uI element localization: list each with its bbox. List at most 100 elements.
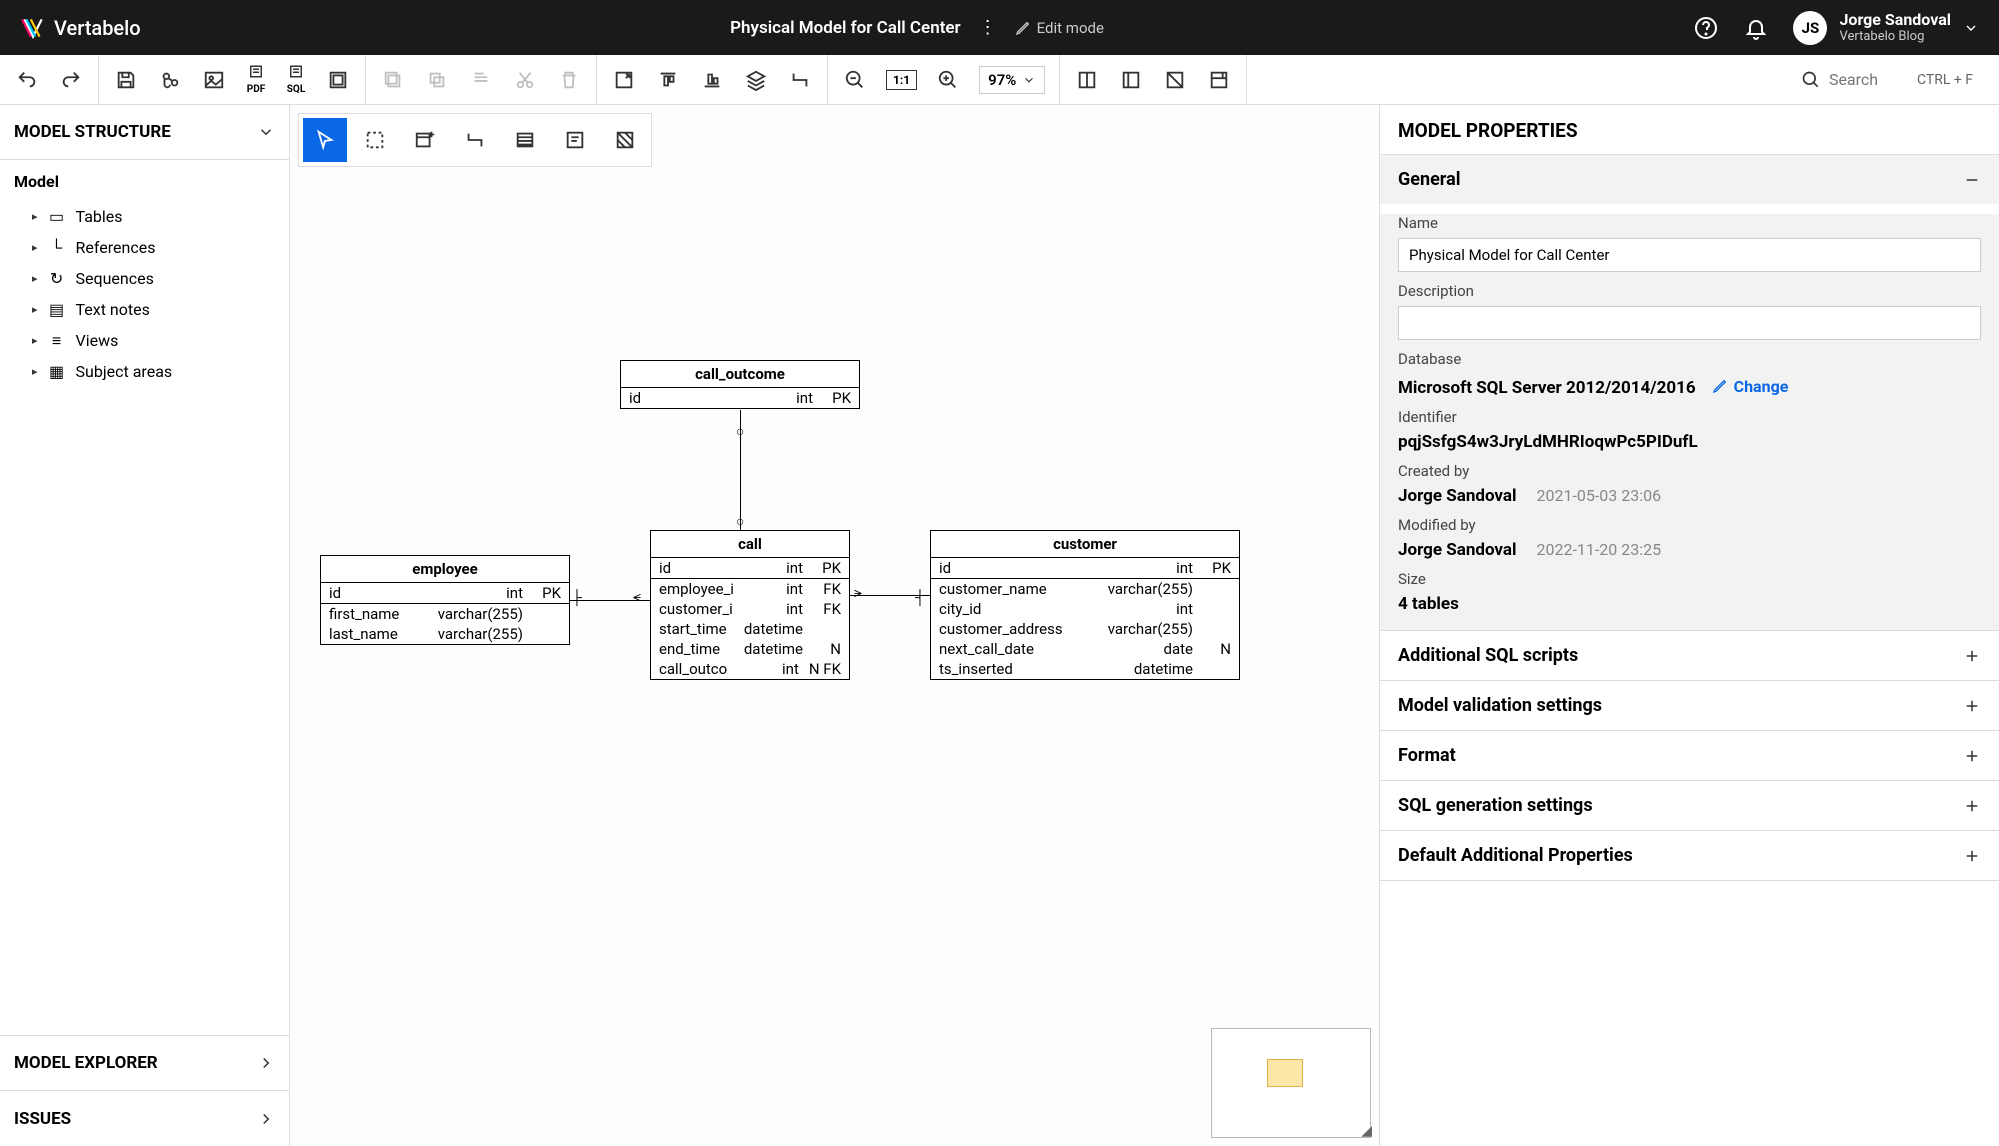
layers-button[interactable] <box>743 67 769 93</box>
modified-at: 2022-11-20 23:25 <box>1537 540 1662 559</box>
cut-button[interactable] <box>512 67 538 93</box>
er-table-call-outcome[interactable]: call_outcome idintPK <box>620 360 860 409</box>
tree-item[interactable]: ▸▭Tables <box>14 201 275 232</box>
section-title: SQL generation settings <box>1398 795 1593 816</box>
table-column[interactable]: call_outcointN FK <box>651 659 849 679</box>
export-sql-button[interactable]: SQL <box>285 64 307 95</box>
table-column[interactable]: ts_inserteddatetime <box>931 659 1239 679</box>
add-view-tool[interactable] <box>503 118 547 162</box>
table-column[interactable]: next_call_datedateN <box>931 639 1239 659</box>
copy-button[interactable] <box>380 67 406 93</box>
tree-item[interactable]: ▸≡Views <box>14 325 275 356</box>
table-column[interactable]: customer_iintFK <box>651 599 849 619</box>
table-column[interactable]: last_namevarchar(255) <box>321 624 569 644</box>
table-column[interactable]: idintPK <box>931 558 1239 579</box>
tree-root[interactable]: Model <box>14 172 275 191</box>
zoom-in-button[interactable] <box>935 67 961 93</box>
save-button[interactable] <box>113 67 139 93</box>
resize-handle-icon[interactable]: ◢ <box>1361 1123 1372 1139</box>
col-type: int <box>796 389 813 407</box>
view-notnull-button[interactable] <box>1162 67 1188 93</box>
table-column[interactable]: customer_addressvarchar(255) <box>931 619 1239 639</box>
col-name: id <box>629 389 786 407</box>
section-general-header[interactable]: General <box>1380 155 1999 204</box>
section-header[interactable]: Format <box>1380 731 1999 780</box>
view-keys-button[interactable] <box>1118 67 1144 93</box>
tree-item[interactable]: ▸↻Sequences <box>14 263 275 294</box>
tree-item[interactable]: ▸└References <box>14 232 275 263</box>
table-column[interactable]: customer_namevarchar(255) <box>931 579 1239 599</box>
align-top-button[interactable] <box>655 67 681 93</box>
notifications-icon[interactable] <box>1743 15 1769 41</box>
section-header[interactable]: Model validation settings <box>1380 681 1999 730</box>
export-pdf-button[interactable]: PDF <box>245 64 267 95</box>
paste-button[interactable] <box>424 67 450 93</box>
change-db-link[interactable]: Change <box>1712 377 1789 396</box>
resize-button[interactable] <box>611 67 637 93</box>
table-column[interactable]: city_idint <box>931 599 1239 619</box>
main-area: MODEL STRUCTURE Model ▸▭Tables▸└Referenc… <box>0 105 1999 1146</box>
table-column[interactable]: employee_iintFK <box>651 579 849 599</box>
export-image-button[interactable] <box>201 67 227 93</box>
name-input[interactable] <box>1398 238 1981 272</box>
select-tool[interactable] <box>303 118 347 162</box>
section-header[interactable]: Default Additional Properties <box>1380 831 1999 880</box>
db-value: Microsoft SQL Server 2012/2014/2016 <box>1398 378 1696 398</box>
table-column[interactable]: end_timedatetimeN <box>651 639 849 659</box>
tree-item[interactable]: ▸▤Text notes <box>14 294 275 325</box>
section-header[interactable]: SQL generation settings <box>1380 781 1999 830</box>
duplicate-button[interactable] <box>468 67 494 93</box>
table-name: call <box>651 531 849 558</box>
er-table-employee[interactable]: employee idintPKfirst_namevarchar(255)la… <box>320 555 570 645</box>
tree-type-icon: └ <box>48 239 66 257</box>
add-reference-tool[interactable] <box>453 118 497 162</box>
er-table-call[interactable]: call idintPKemployee_iintFKcustomer_iint… <box>650 530 850 680</box>
menu-dots-icon[interactable]: ⋮ <box>975 17 1001 38</box>
search-box[interactable]: CTRL + F <box>1789 70 1985 90</box>
desc-input[interactable] <box>1398 306 1981 340</box>
diagram-canvas[interactable]: call_outcome idintPK employee idintPKfir… <box>290 105 1379 1146</box>
import-button[interactable] <box>325 67 351 93</box>
section-general: General Name Description Database Micros… <box>1380 155 1999 631</box>
table-column[interactable]: idintPK <box>621 388 859 408</box>
zoom-out-button[interactable] <box>842 67 868 93</box>
col-key: FK <box>813 600 841 618</box>
delete-button[interactable] <box>556 67 582 93</box>
app-header: Vertabelo Physical Model for Call Center… <box>0 0 1999 55</box>
view-grid-button[interactable] <box>1206 67 1232 93</box>
add-note-tool[interactable] <box>553 118 597 162</box>
col-type: date <box>1164 640 1193 658</box>
col-name: customer_i <box>659 600 776 618</box>
redo-button[interactable] <box>58 67 84 93</box>
zoom-dropdown[interactable]: 97% <box>979 66 1045 94</box>
connector-bar-icon: ┤ <box>915 589 925 606</box>
issues-header[interactable]: ISSUES <box>0 1091 289 1146</box>
tree-item[interactable]: ▸▦Subject areas <box>14 356 275 387</box>
undo-button[interactable] <box>14 67 40 93</box>
edit-mode[interactable]: Edit mode <box>1015 19 1104 37</box>
search-icon <box>1801 70 1821 90</box>
table-column[interactable]: idintPK <box>321 583 569 604</box>
marquee-tool[interactable] <box>353 118 397 162</box>
help-icon[interactable] <box>1693 15 1719 41</box>
user-menu[interactable]: JS Jorge Sandoval Vertabelo Blog <box>1793 11 1979 45</box>
zoom-reset-button[interactable]: 1:1 <box>886 70 917 90</box>
brand-logo[interactable]: Vertabelo <box>20 15 141 41</box>
table-column[interactable]: start_timedatetime <box>651 619 849 639</box>
search-shortcut: CTRL + F <box>1917 72 1973 88</box>
table-column[interactable]: first_namevarchar(255) <box>321 604 569 624</box>
minimap[interactable]: ◢ <box>1211 1028 1371 1138</box>
add-area-tool[interactable] <box>603 118 647 162</box>
view-columns-button[interactable] <box>1074 67 1100 93</box>
add-table-tool[interactable] <box>403 118 447 162</box>
model-structure-header[interactable]: MODEL STRUCTURE <box>0 105 289 160</box>
route-button[interactable] <box>787 67 813 93</box>
model-explorer-header[interactable]: MODEL EXPLORER <box>0 1036 289 1091</box>
align-bottom-button[interactable] <box>699 67 725 93</box>
section-header[interactable]: Additional SQL scripts <box>1380 631 1999 680</box>
er-table-customer[interactable]: customer idintPKcustomer_namevarchar(255… <box>930 530 1240 680</box>
search-input[interactable] <box>1829 70 1909 89</box>
table-column[interactable]: idintPK <box>651 558 849 579</box>
share-button[interactable] <box>157 67 183 93</box>
minimap-viewport[interactable] <box>1267 1059 1303 1087</box>
